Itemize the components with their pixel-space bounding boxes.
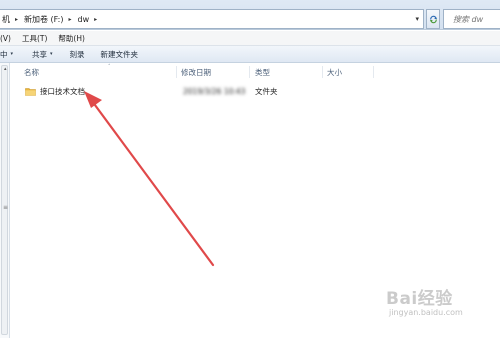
column-divider[interactable] xyxy=(322,66,323,78)
column-divider[interactable] xyxy=(373,66,374,78)
refresh-button[interactable] xyxy=(426,9,440,29)
column-divider[interactable] xyxy=(176,66,177,78)
scroll-up-icon[interactable]: ▴ xyxy=(4,66,7,72)
file-modified-date: 2019/3/26 10:43 xyxy=(183,86,246,96)
toolbar-include-button[interactable]: 中 ▾ xyxy=(0,49,13,60)
chevron-down-icon: ▾ xyxy=(50,51,53,57)
search-input[interactable] xyxy=(444,10,500,28)
address-bar[interactable]: 机 ▸ 新加卷 (F:) ▸ dw ▸ ▾ xyxy=(0,9,424,29)
column-header-size[interactable]: 大小 xyxy=(327,65,342,79)
command-toolbar: 中 ▾ 共享 ▾ 刻录 新建文件夹 xyxy=(0,46,500,63)
address-dropdown-icon[interactable]: ▾ xyxy=(415,15,419,23)
annotation-arrow-shaft xyxy=(90,99,215,267)
breadcrumb-folder[interactable]: dw xyxy=(78,15,90,24)
file-type: 文件夹 xyxy=(255,86,278,96)
menu-view[interactable]: (V) xyxy=(0,34,11,43)
breadcrumb: 机 ▸ 新加卷 (F:) ▸ dw ▸ xyxy=(0,10,103,28)
list-item[interactable]: 接口技术文档 2019/3/26 10:43 文件夹 xyxy=(11,84,371,98)
navigation-scrollbar[interactable]: ▴ ≡ xyxy=(1,65,8,335)
menu-help[interactable]: 帮助(H) xyxy=(58,33,85,44)
toolbar-new-folder-button[interactable]: 新建文件夹 xyxy=(101,49,139,60)
menu-tools[interactable]: 工具(T) xyxy=(22,33,47,44)
refresh-icon xyxy=(429,15,437,23)
scroll-grip-icon[interactable]: ≡ xyxy=(3,204,8,211)
baidu-watermark: Bai经验 jingyan.baidu.com xyxy=(386,284,496,326)
toolbar-share-label: 共享 xyxy=(32,49,48,59)
chevron-down-icon: ▾ xyxy=(10,51,14,57)
watermark-url: jingyan.baidu.com xyxy=(389,308,463,317)
address-bar-row: 机 ▸ 新加卷 (F:) ▸ dw ▸ ▾ xyxy=(0,0,500,30)
breadcrumb-drive[interactable]: 新加卷 (F:) xyxy=(24,14,63,25)
breadcrumb-separator-icon[interactable]: ▸ xyxy=(15,16,18,23)
column-divider[interactable] xyxy=(249,66,250,78)
toolbar-include-label: 中 xyxy=(0,49,8,59)
breadcrumb-separator-icon[interactable]: ▸ xyxy=(94,16,97,23)
column-header-type[interactable]: 类型 xyxy=(255,65,270,79)
breadcrumb-separator-icon[interactable]: ▸ xyxy=(68,16,71,23)
column-header-modified[interactable]: 修改日期 xyxy=(181,65,211,79)
file-name-cell: 接口技术文档 xyxy=(25,84,85,98)
sort-ascending-icon: ˄ xyxy=(108,64,111,70)
folder-icon xyxy=(25,87,36,96)
column-header-row: ˄ 名称 修改日期 类型 大小 xyxy=(11,64,500,79)
column-header-name[interactable]: 名称 xyxy=(24,65,39,79)
menu-bar: (V) 工具(T) 帮助(H) xyxy=(0,31,500,46)
watermark-logo: Bai经验 xyxy=(386,289,453,309)
search-field[interactable] xyxy=(443,9,500,29)
breadcrumb-computer[interactable]: 机 xyxy=(2,14,10,25)
file-name: 接口技术文档 xyxy=(40,86,85,96)
toolbar-burn-button[interactable]: 刻录 xyxy=(70,49,85,60)
toolbar-share-button[interactable]: 共享 ▾ xyxy=(32,49,53,60)
